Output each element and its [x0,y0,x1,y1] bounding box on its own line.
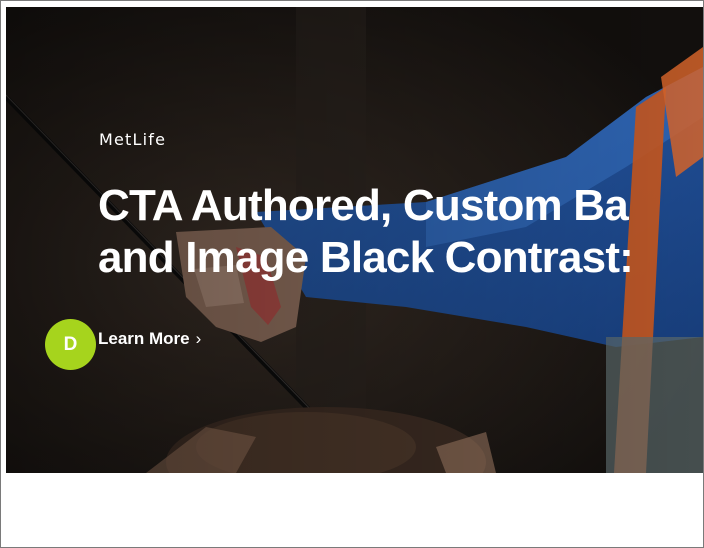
hero-eyebrow-brand: MetLife [99,130,167,149]
learn-more-label: Learn More [98,329,190,348]
learn-more-link[interactable]: Learn More › [98,328,201,350]
hero-headline: CTA Authored, Custom Ba and Image Black … [98,180,634,284]
hero-headline-line-2: and Image Black Contrast: [98,233,634,282]
hero-headline-line-1: CTA Authored, Custom Ba [98,181,629,230]
user-avatar[interactable]: D [45,319,96,370]
avatar-initial: D [63,334,78,355]
page-frame: MetLife CTA Authored, Custom Ba and Imag… [0,0,704,548]
chevron-right-icon: › [195,329,202,348]
hero-banner: MetLife CTA Authored, Custom Ba and Imag… [6,7,703,473]
